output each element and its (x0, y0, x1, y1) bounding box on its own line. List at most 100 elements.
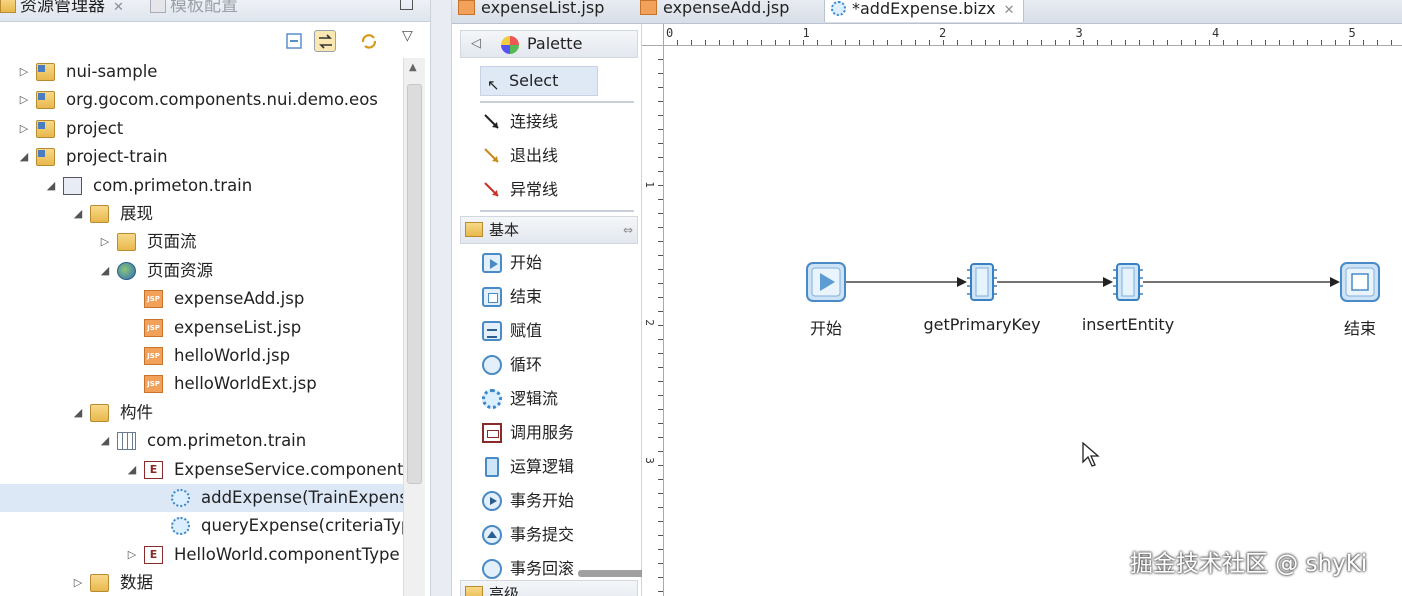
tree-item[interactable]: ▷ project (0, 115, 403, 143)
tree-item-label: helloWorld.jsp (174, 346, 291, 365)
tree-item-label: project (66, 118, 124, 138)
connection-line-icon (484, 114, 499, 129)
tree-item-label: addExpense(TrainExpens (201, 488, 403, 507)
close-icon[interactable]: ✕ (113, 0, 124, 15)
tree-scrollbar[interactable]: ▲ (403, 58, 425, 596)
project-icon (36, 91, 55, 110)
collapsed-twisty-icon[interactable]: ▷ (99, 228, 111, 256)
tree-item[interactable]: ▷ nui-sample (0, 58, 403, 86)
tree-item[interactable]: JSP helloWorldExt.jsp (0, 370, 403, 398)
tree-item[interactable]: addExpense(TrainExpens (0, 484, 403, 512)
operation-logic-icon (485, 457, 499, 477)
view-menu-icon[interactable]: ▽ (402, 28, 424, 50)
tree-item-label: helloWorldExt.jsp (174, 374, 317, 394)
flow-node-end[interactable] (1340, 262, 1380, 302)
invoke-service-icon (482, 423, 502, 443)
tree-item[interactable]: ◢ com.primeton.train (0, 172, 403, 200)
folder-icon (117, 233, 136, 252)
transaction-rollback-icon (482, 559, 502, 579)
transaction-begin-icon (482, 491, 502, 511)
tree-item[interactable]: queryExpense(criteriaTyp (0, 512, 403, 540)
scroll-up-icon[interactable]: ▲ (409, 62, 417, 73)
collapsed-twisty-icon[interactable]: ▷ (126, 541, 138, 569)
project-tree: ▷ nui-sample ▷ org.gocom.components.nui.dem… (0, 58, 403, 596)
tree-item-label: 展现 (120, 204, 153, 223)
tree-item[interactable]: ◢ com.primeton.train (0, 427, 403, 455)
start-node-icon (482, 253, 502, 273)
tab-template-config[interactable]: 模板配置 (150, 0, 238, 18)
palette-group-basic[interactable]: 基本 ⇔ (460, 216, 638, 244)
tree-item[interactable]: ▷ E HelloWorld.componentType (0, 541, 403, 569)
palette-separator (480, 101, 634, 103)
collapsed-twisty-icon[interactable]: ▷ (18, 58, 30, 86)
jsp-icon: JSP (144, 347, 163, 365)
palette-panel: ◁ Palette ↖ Select 连接线 退出线 异常线 基本 ⇔ 开始 结束 赋值… (452, 24, 656, 596)
collapse-palette-icon[interactable]: ◁ (471, 31, 481, 57)
collapsed-twisty-icon[interactable]: ▷ (18, 86, 30, 114)
connection-arrow[interactable] (1143, 277, 1340, 287)
scrollbar-thumb[interactable] (407, 84, 422, 484)
palette-group-advanced[interactable]: 高级 (460, 580, 638, 596)
tree-item[interactable]: ◢ project-train (0, 143, 403, 171)
flow-node-start[interactable] (806, 262, 846, 302)
pin-icon[interactable]: ⇔ (623, 217, 633, 243)
flow-node-operation[interactable] (1113, 263, 1143, 301)
tree-item[interactable]: ◢ 展现 (0, 200, 403, 228)
tree-item[interactable]: JSP expenseList.jsp (0, 314, 403, 342)
flow-node-operation[interactable] (967, 263, 997, 301)
collapsed-twisty-icon[interactable]: ▷ (18, 115, 30, 143)
exit-line-icon (484, 148, 499, 163)
sync-icon[interactable] (358, 30, 380, 52)
tab-expenselist-jsp[interactable]: expenseList.jsp (452, 0, 632, 22)
tree-item-label: 页面流 (147, 232, 197, 252)
jsp-icon (640, 0, 657, 15)
tab-addexpense-bizx[interactable]: *addExpense.bizx ✕ (824, 0, 1024, 22)
palette-title: Palette (527, 34, 583, 53)
palette-header[interactable]: ◁ Palette (460, 30, 638, 58)
expanded-twisty-icon[interactable]: ◢ (99, 427, 111, 455)
close-icon[interactable]: ✕ (1004, 3, 1015, 18)
arrow-cursor-icon: ↖ (487, 76, 500, 94)
tree-item-label: queryExpense(criteriaTyp (201, 516, 403, 536)
collapsed-twisty-icon[interactable]: ▷ (72, 569, 84, 596)
flow-editor-canvas[interactable]: 012345 123 开始 getPrimaryKey insertEntity 结束… (642, 24, 1402, 596)
mouse-cursor-icon (1082, 442, 1100, 467)
package-icon (63, 176, 82, 195)
tree-item[interactable]: JSP helloWorld.jsp (0, 342, 403, 370)
expanded-twisty-icon[interactable]: ◢ (72, 200, 84, 228)
folder-icon (90, 403, 109, 422)
tab-resource-explorer[interactable]: 资源管理器 ✕ (0, 0, 124, 18)
assign-icon (482, 321, 502, 341)
tree-item[interactable]: ▷ 页面流 (0, 228, 403, 256)
tree-item[interactable]: ◢ 页面资源 (0, 257, 403, 285)
tree-item[interactable]: ▷ org.gocom.components.nui.demo.eos (0, 86, 403, 114)
tree-item-label: 页面资源 (147, 260, 213, 280)
collapse-all-icon[interactable] (284, 30, 306, 52)
tree-item[interactable]: JSP expenseAdd.jsp (0, 285, 403, 313)
connection-arrow[interactable] (846, 277, 967, 287)
folder-icon (465, 586, 483, 596)
loop-icon (482, 355, 502, 375)
expanded-twisty-icon[interactable]: ◢ (18, 143, 30, 171)
tree-item-label: ExpenseService.componentT (174, 459, 403, 479)
globe-icon (117, 261, 136, 280)
expanded-twisty-icon[interactable]: ◢ (45, 172, 57, 200)
select-tool[interactable]: ↖ Select (480, 66, 598, 96)
panel-divider[interactable] (430, 0, 452, 596)
expanded-twisty-icon[interactable]: ◢ (126, 456, 138, 484)
end-node-icon (482, 287, 502, 307)
folder-icon (90, 574, 109, 593)
flow-node-label: 开始 (809, 319, 843, 338)
tree-item[interactable]: ◢ E ExpenseService.componentT (0, 456, 403, 484)
link-with-editor-icon[interactable] (314, 30, 336, 52)
connection-arrow[interactable] (997, 277, 1113, 287)
expanded-twisty-icon[interactable]: ◢ (72, 399, 84, 427)
flow-node-label: getPrimaryKey (923, 315, 1041, 334)
jsp-icon: JSP (144, 290, 163, 309)
tree-item-label: HelloWorld.componentType (174, 544, 400, 564)
tree-item[interactable]: ▷ 数据 (0, 569, 403, 596)
expanded-twisty-icon[interactable]: ◢ (99, 257, 111, 285)
maximize-icon[interactable] (400, 0, 413, 10)
tree-item[interactable]: ◢ 构件 (0, 399, 403, 427)
tab-expenseadd-jsp[interactable]: expenseAdd.jsp (634, 0, 824, 22)
